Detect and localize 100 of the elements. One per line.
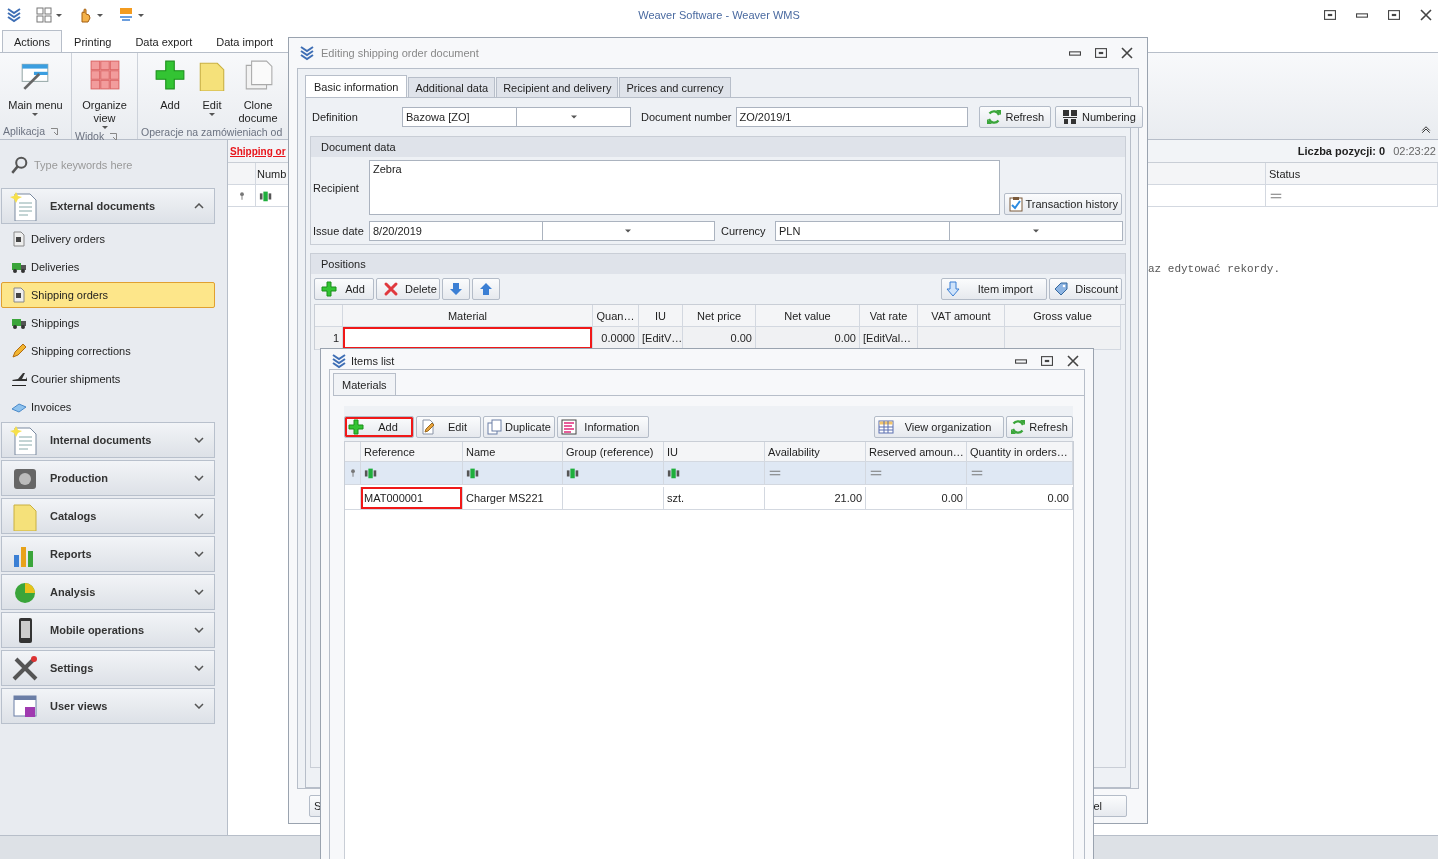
sidebar-group-header[interactable]: External documents [1,188,215,224]
time-label: 02:23:22 [1393,145,1436,157]
close-icon [1121,47,1133,59]
tab[interactable]: Basic information [305,75,408,97]
table-cell: MAT000001 [361,487,463,510]
sidebar-group-header[interactable]: Analysis [1,574,215,610]
issue-date-field[interactable]: 8/20/2019 [369,221,715,241]
view-button[interactable]: View organization [874,416,1004,438]
sidebar-item[interactable]: Shipping corrections [1,338,215,364]
column-header[interactable]: Reference [361,442,463,462]
numbering-button[interactable]: Numbering [1055,106,1143,128]
sidebar-group-header[interactable]: User views [1,688,215,724]
column-header[interactable]: VAT amount [918,305,1005,327]
sidebar-item[interactable]: Shippings [1,310,215,336]
recipient-field[interactable]: Zebra [369,160,1001,215]
logo-icon [6,7,22,23]
ribbon-tab[interactable]: Data export [123,30,205,52]
document-icon [10,191,40,221]
sidebar-group-header[interactable]: Production [1,460,215,496]
ribbon-tab[interactable]: Printing [62,30,124,52]
delete-button[interactable]: Delete [376,278,440,300]
minimize-icon [1069,50,1081,56]
column-header[interactable]: Gross value [1005,305,1121,327]
sidebar-item[interactable]: Shipping orders [1,282,215,308]
table-cell: 21.00 [765,487,866,510]
group-label: Operacje na zamówieniach od [141,126,283,138]
tab[interactable]: Prices and currency [619,77,731,97]
ribbon-button[interactable]: Main menu [8,57,63,123]
refresh-icon [985,109,1002,125]
ribbon-tab[interactable]: Data import [204,30,286,52]
transaction-history-button[interactable]: Transaction history [1004,193,1122,215]
column-header[interactable]: Availability [765,442,866,462]
numbering-icon [1062,109,1079,125]
column-header[interactable]: Name [463,442,563,462]
tag-icon [1053,281,1070,297]
ribbon-button[interactable]: Add [154,57,186,125]
plus-icon [348,419,364,435]
restore-icon [1388,10,1400,20]
refresh-button[interactable]: Refresh [1006,416,1073,438]
minimize-icon [1356,12,1368,18]
column-header[interactable]: Vat rate [860,305,918,327]
launcher-icon[interactable] [110,132,118,140]
discount-button[interactable]: Discount [1049,278,1122,300]
refresh-button[interactable]: Refresh [978,106,1052,128]
column-header[interactable]: Status [1266,163,1438,185]
column-header[interactable]: Quan… [593,305,639,327]
pencil-icon [11,343,27,359]
information-button[interactable]: Information [556,416,649,438]
table-cell: 0.00 [866,487,967,510]
column-header[interactable]: Group (reference) [563,442,664,462]
sidebar-item[interactable]: Deliveries [1,254,215,280]
definition-dropdown[interactable]: Bazowa [ZO] [402,107,631,127]
sidebar-group-header[interactable]: Settings [1,650,215,686]
edit-icon [420,419,436,435]
currency-dropdown[interactable]: PLN [775,221,1123,241]
column-header[interactable]: IU [664,442,765,462]
ribbon-button[interactable]: Clone docume [238,57,278,125]
ribbon-tab[interactable]: Actions [2,30,63,52]
ribbon-button[interactable]: Edit [196,57,228,125]
arrow-up-icon [478,281,494,297]
minimize-icon [1015,358,1027,364]
import-arrow-icon [945,281,962,297]
clipboard-check-icon [1008,196,1025,212]
plane-icon [11,371,27,387]
link[interactable]: Shipping or [230,145,286,157]
document-number-field[interactable]: ZO/2019/1 [735,107,968,127]
add-button[interactable]: Add [344,416,414,438]
duplicate-button[interactable]: Duplicate [483,416,555,438]
ribbon-button[interactable]: Organize view [78,57,131,130]
text-filter-icon [466,466,480,480]
move-up-button[interactable] [472,278,500,300]
column-header[interactable]: Net value [756,305,860,327]
column-header[interactable]: Net price [683,305,756,327]
table-cell: [EditV… [639,327,683,350]
close-icon [1067,355,1079,367]
restore-icon [1095,48,1107,58]
tab[interactable]: Recipient and delivery [496,77,619,97]
sidebar-item[interactable]: Delivery orders [1,226,215,252]
add-button[interactable]: Add [314,278,374,300]
column-header[interactable]: Quantity in orders… [967,442,1073,462]
tab[interactable]: Materials [333,373,396,395]
edit-button[interactable]: Edit [416,416,481,438]
move-down-button[interactable] [442,278,470,300]
list-icon [560,419,577,435]
sidebar-group-header[interactable]: Catalogs [1,498,215,534]
tile-grid-icon [88,59,121,91]
import-button[interactable]: Item import [941,278,1048,300]
column-header[interactable]: Reserved amoun… [866,442,967,462]
sidebar-item[interactable]: Courier shipments [1,366,215,392]
column-header[interactable]: IU [639,305,683,327]
tools-icon [10,653,40,683]
tab[interactable]: Additional data [408,77,496,97]
column-header[interactable]: Material [343,305,593,327]
sidebar-group-header[interactable]: Internal documents [1,422,215,458]
sidebar-group-header[interactable]: Mobile operations [1,612,215,648]
launcher-icon[interactable] [51,127,59,135]
arrow-down-icon [448,281,464,297]
table-cell: 0.00 [967,487,1073,510]
sidebar-item[interactable]: Invoices [1,394,215,420]
sidebar-group-header[interactable]: Reports [1,536,215,572]
